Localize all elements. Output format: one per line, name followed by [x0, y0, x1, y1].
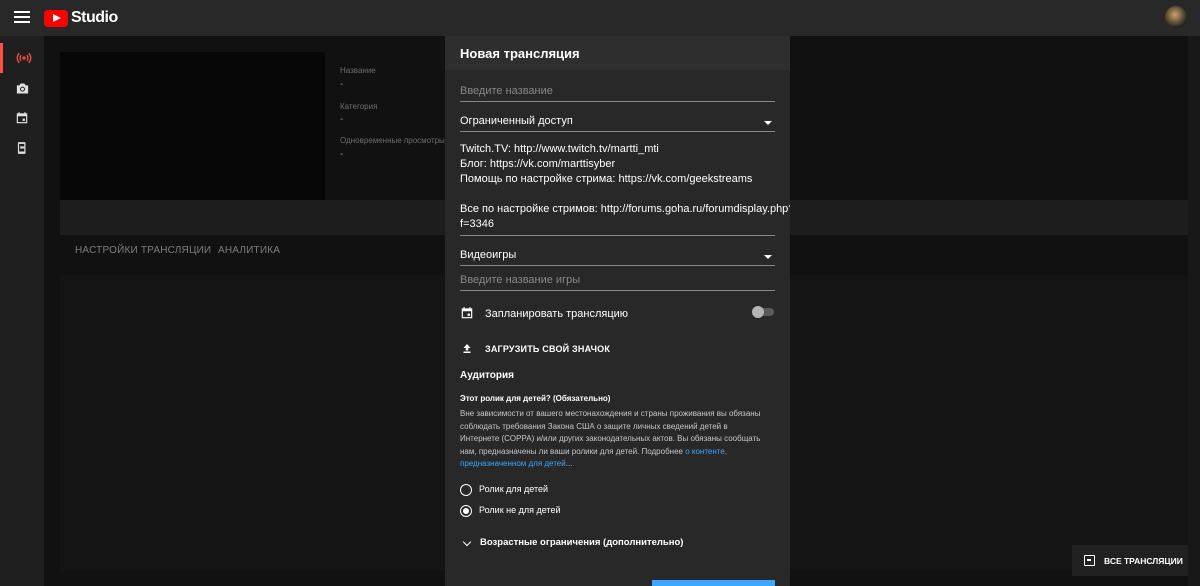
made-for-kids-label[interactable]: Ролик для детей — [479, 484, 548, 494]
logo-text: Studio — [71, 9, 118, 26]
not-for-kids-label[interactable]: Ролик не для детей — [479, 505, 561, 515]
studio-logo[interactable]: Studio — [44, 9, 118, 27]
notice-ellipsis: ... — [565, 459, 573, 468]
category-select[interactable]: Видеоигры — [460, 249, 516, 261]
notice-line: Вне зависимости от вашего местонахождени… — [460, 409, 761, 418]
description-line — [460, 187, 780, 202]
calendar-icon — [461, 307, 473, 319]
kids-content-link-end[interactable]: предназначенном для детей — [460, 459, 566, 468]
sidebar — [0, 36, 44, 586]
upload-thumbnail-button[interactable]: ЗАГРУЗИТЬ СВОЙ ЗНАЧОК — [485, 344, 610, 354]
all-streams-button[interactable]: ВСЕ ТРАНСЛЯЦИИ — [1072, 545, 1188, 576]
title-input[interactable]: Введите название — [460, 85, 553, 97]
description-line: Помощь по настройке стрима: https://vk.c… — [460, 173, 753, 185]
description-underline — [460, 235, 775, 236]
visibility-select[interactable]: Ограниченный доступ — [460, 115, 573, 127]
game-title-input[interactable]: Введите название игры — [460, 274, 580, 286]
description-line: f=3346 — [460, 218, 494, 230]
sidebar-item-camera[interactable] — [0, 73, 44, 103]
top-bar: Studio — [0, 0, 1200, 36]
name-label: Название — [340, 66, 376, 75]
scroll-track[interactable] — [1188, 36, 1200, 586]
sidebar-item-mobile[interactable] — [0, 133, 44, 163]
notice-line: нам, предназначены ли ваши ролики для де… — [460, 446, 683, 456]
all-streams-label: ВСЕ ТРАНСЛЯЦИИ — [1104, 555, 1183, 566]
sidebar-item-live[interactable] — [0, 43, 44, 73]
avatar[interactable] — [1165, 6, 1187, 28]
made-for-kids-radio[interactable] — [460, 484, 472, 496]
chevron-down-icon[interactable] — [462, 537, 472, 547]
viewers-label: Одновременные просмотры — [340, 136, 445, 145]
description-field[interactable]: Twitch.TV: http://www.twitch.tv/martti_m… — [460, 142, 790, 232]
audience-heading: Аудитория — [460, 370, 514, 381]
camera-icon — [16, 83, 28, 93]
new-stream-dialog: Новая трансляция Введите название Ограни… — [445, 36, 790, 586]
broadcast-icon — [16, 52, 31, 64]
dialog-title: Новая трансляция — [460, 46, 580, 61]
not-for-kids-radio[interactable] — [460, 505, 472, 517]
title-input-underline — [460, 101, 775, 102]
calendar-icon — [16, 112, 28, 124]
coppa-notice: Вне зависимости от вашего местонахождени… — [460, 408, 782, 471]
notice-line: соблюдать требования Закона США о защите… — [460, 421, 728, 431]
category-underline — [460, 265, 775, 266]
kids-content-link[interactable]: о контенте, — [685, 447, 727, 456]
description-line: Блог: https://vk.com/marttisyber — [460, 158, 616, 170]
age-restrictions-expander[interactable]: Возрастные ограничения (дополнительно) — [480, 537, 683, 548]
category-value: - — [340, 114, 344, 125]
visibility-dropdown-icon[interactable] — [764, 121, 772, 125]
visibility-underline — [460, 131, 775, 132]
schedule-toggle-knob[interactable] — [752, 306, 764, 318]
phone-camera-icon — [17, 142, 26, 154]
category-dropdown-icon[interactable] — [764, 255, 772, 259]
game-input-underline — [460, 290, 775, 291]
dialog-header: Новая трансляция — [445, 36, 790, 70]
tab-stream-settings[interactable]: НАСТРОЙКИ ТРАНСЛЯЦИИ — [75, 245, 211, 256]
youtube-play-icon — [44, 9, 68, 27]
notice-line: Интернете (COPPA) и/или других законодат… — [460, 434, 761, 443]
sidebar-item-schedule[interactable] — [0, 103, 44, 133]
audience-question: Этот ролик для детей? (Обязательно) — [460, 394, 611, 403]
stream-preview — [60, 52, 325, 200]
upload-icon[interactable] — [461, 342, 473, 355]
tab-analytics[interactable]: АНАЛИТИКА — [218, 245, 280, 256]
category-label: Категория — [340, 102, 378, 111]
create-stream-button[interactable] — [652, 580, 775, 586]
schedule-label: Запланировать трансляцию — [485, 308, 629, 320]
exit-icon — [1084, 555, 1095, 566]
name-value: - — [340, 79, 344, 90]
viewers-value: - — [340, 149, 344, 160]
description-line: Все по настройке стримов: http://forums.… — [460, 203, 790, 215]
description-line: Twitch.TV: http://www.twitch.tv/martti_m… — [460, 143, 659, 155]
hamburger-menu-icon[interactable] — [14, 11, 30, 25]
radio-selected-dot — [463, 508, 469, 514]
